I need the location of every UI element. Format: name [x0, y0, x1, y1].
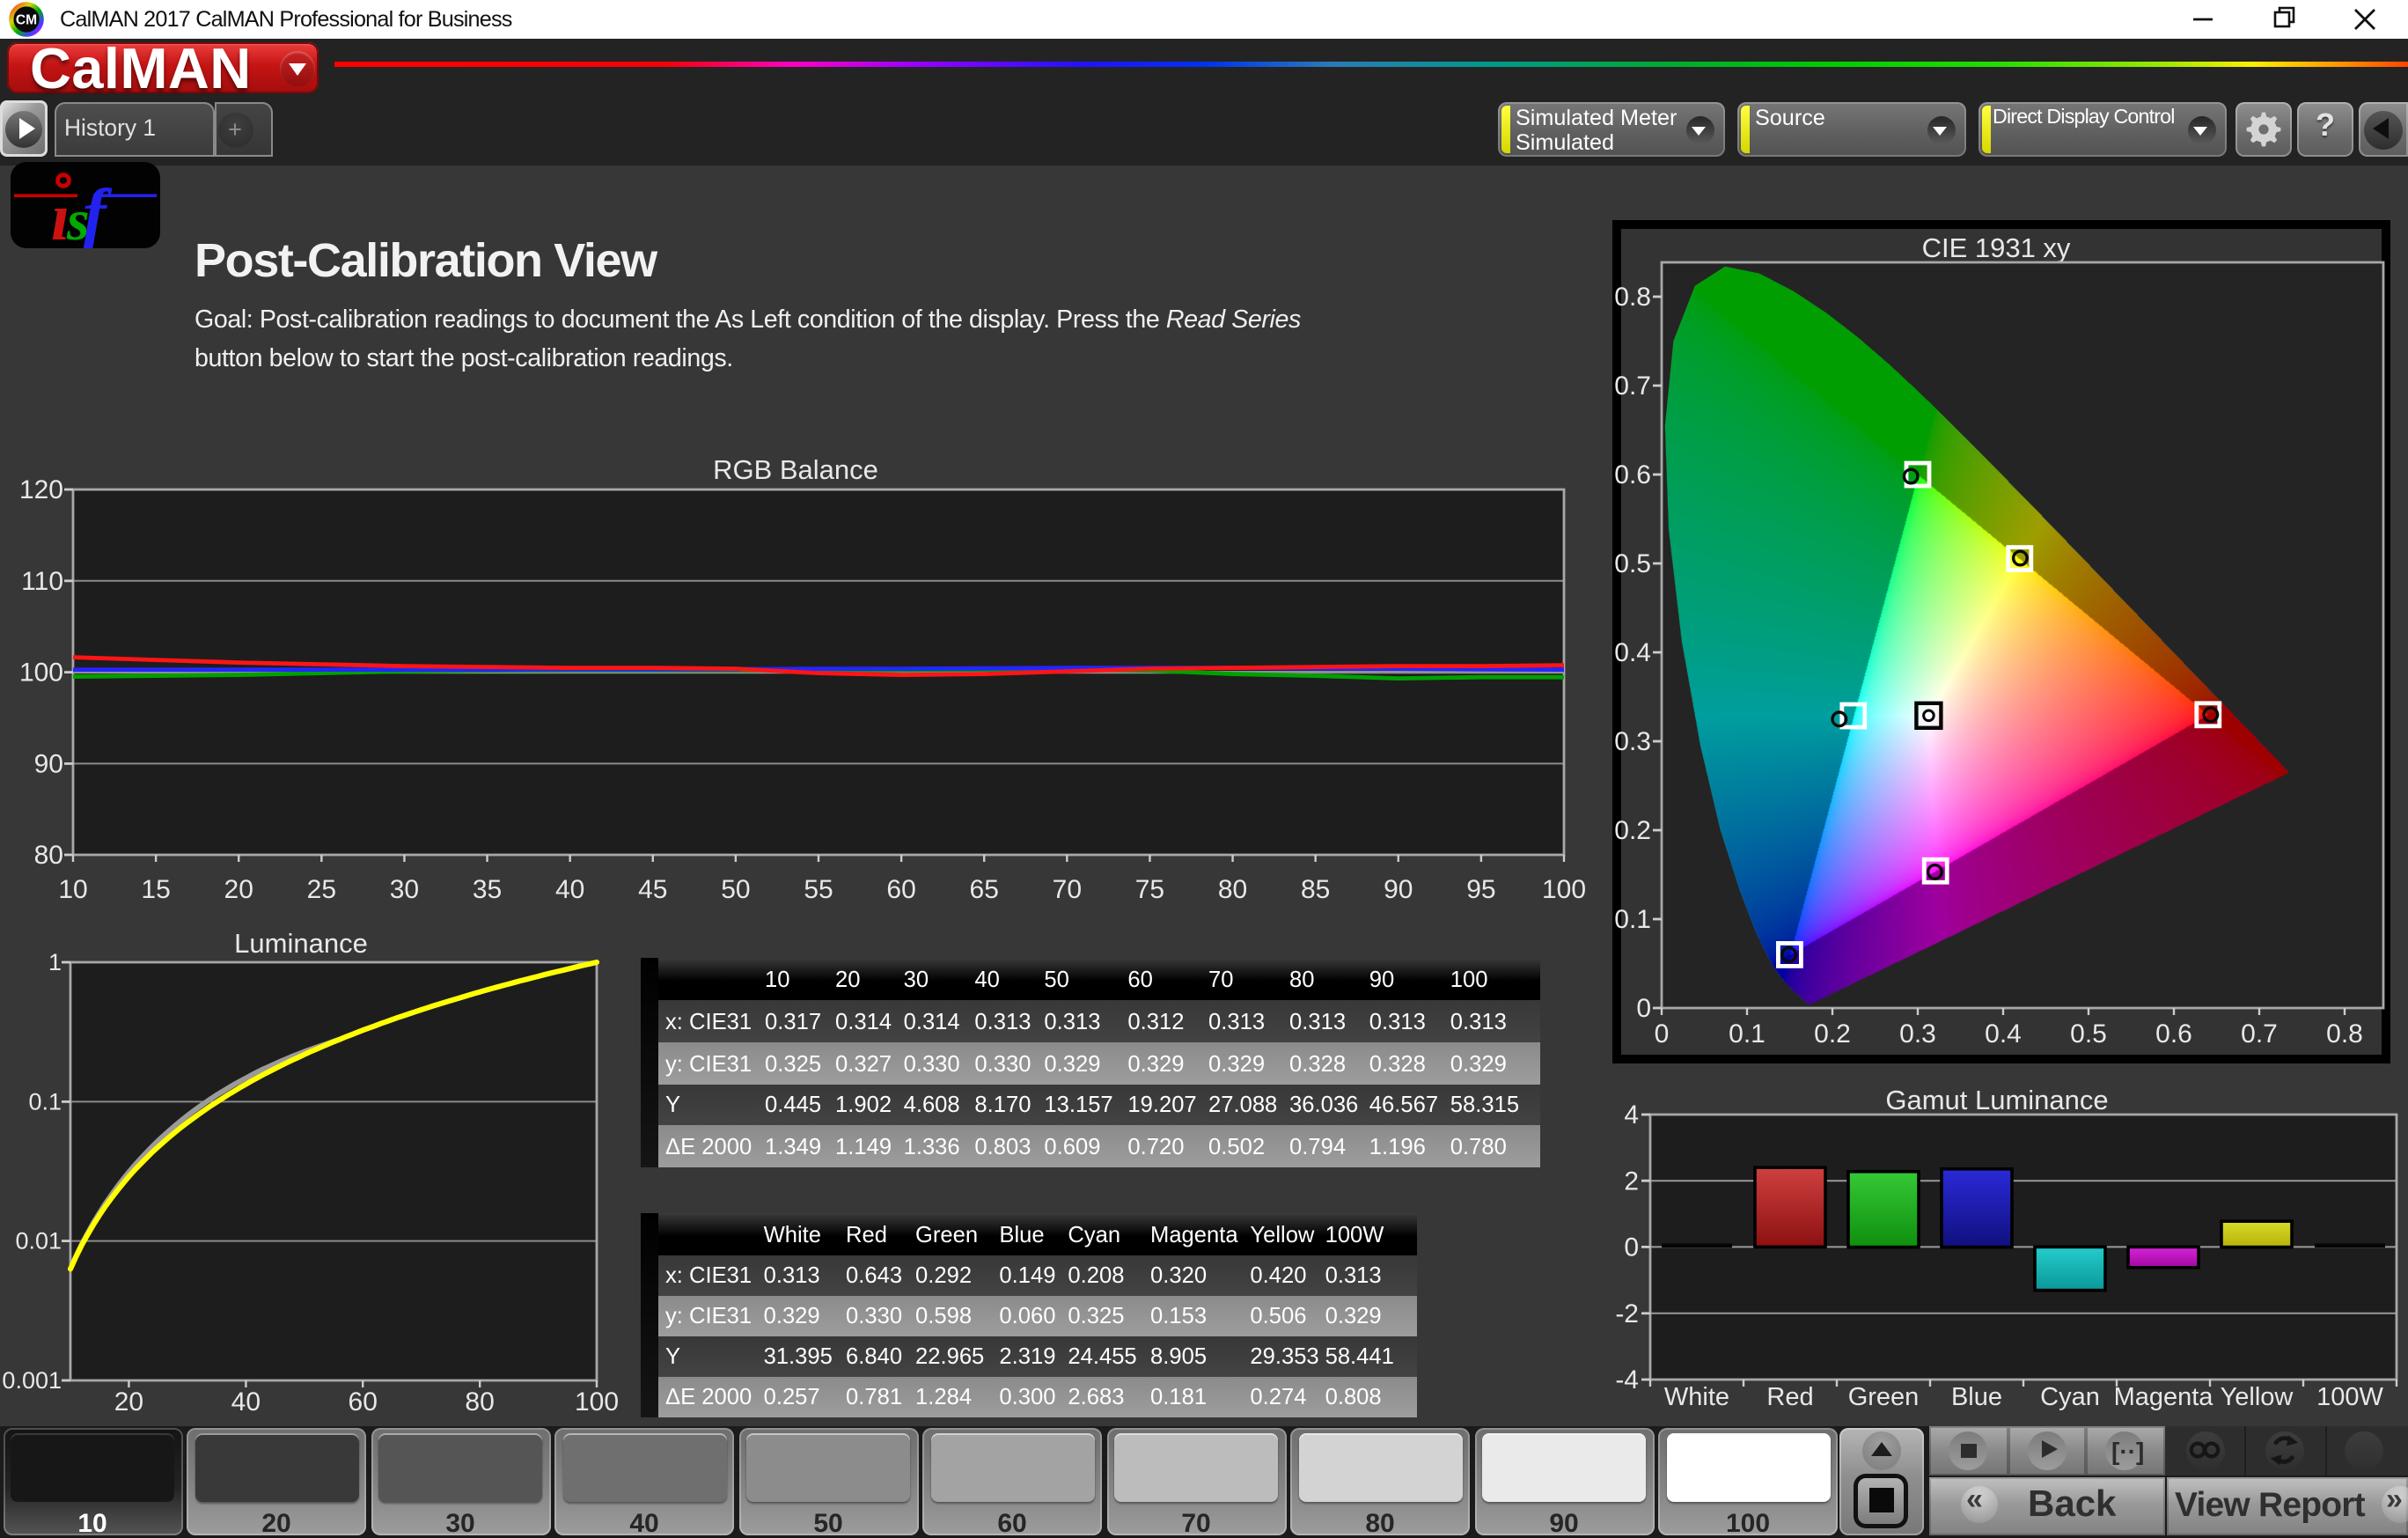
svg-text:60: 60 — [349, 1387, 378, 1417]
svg-text:Cyan: Cyan — [2040, 1383, 2100, 1411]
svg-text:45: 45 — [638, 875, 667, 904]
svg-text:0.2: 0.2 — [1814, 1019, 1851, 1049]
svg-text:0.6: 0.6 — [2155, 1019, 2192, 1049]
svg-text:0.3: 0.3 — [1899, 1019, 1936, 1049]
svg-text:65: 65 — [970, 875, 999, 904]
svg-text:Green: Green — [1848, 1383, 1920, 1411]
svg-text:0.1: 0.1 — [28, 1088, 62, 1115]
svg-text:80: 80 — [34, 841, 63, 870]
svg-text:White: White — [1664, 1383, 1729, 1411]
svg-text:25: 25 — [307, 875, 336, 904]
svg-text:0.6: 0.6 — [1614, 460, 1651, 489]
svg-text:0.4: 0.4 — [1985, 1019, 2022, 1049]
svg-text:Yellow: Yellow — [2221, 1383, 2294, 1411]
svg-text:Blue: Blue — [1951, 1383, 2002, 1411]
svg-text:0.1: 0.1 — [1614, 905, 1651, 934]
svg-text:35: 35 — [473, 875, 502, 904]
svg-text:85: 85 — [1301, 875, 1330, 904]
svg-text:15: 15 — [141, 875, 170, 904]
svg-text:CIE 1931 xy: CIE 1931 xy — [1922, 232, 2071, 263]
svg-text:75: 75 — [1135, 875, 1164, 904]
svg-text:0: 0 — [1636, 994, 1651, 1023]
svg-text:50: 50 — [721, 875, 750, 904]
svg-text:0.01: 0.01 — [15, 1228, 62, 1255]
svg-text:0.5: 0.5 — [2070, 1019, 2107, 1049]
svg-text:80: 80 — [1218, 875, 1247, 904]
svg-text:0.1: 0.1 — [1729, 1019, 1766, 1049]
svg-text:60: 60 — [886, 875, 915, 904]
svg-text:4: 4 — [1624, 1100, 1639, 1130]
svg-text:100: 100 — [1542, 875, 1586, 904]
svg-text:110: 110 — [21, 567, 63, 596]
svg-text:0.7: 0.7 — [2241, 1019, 2278, 1049]
svg-text:0.2: 0.2 — [1614, 816, 1651, 845]
svg-text:90: 90 — [1384, 875, 1413, 904]
svg-text:-4: -4 — [1615, 1365, 1639, 1395]
svg-text:Gamut Luminance: Gamut Luminance — [1885, 1085, 2108, 1115]
svg-text:100W: 100W — [2316, 1383, 2383, 1411]
svg-text:0.7: 0.7 — [1614, 372, 1651, 401]
svg-text:100: 100 — [19, 659, 63, 688]
svg-text:30: 30 — [390, 875, 419, 904]
svg-text:0.5: 0.5 — [1614, 549, 1651, 578]
svg-text:0.8: 0.8 — [1614, 283, 1651, 312]
svg-text:100: 100 — [575, 1387, 619, 1417]
svg-text:70: 70 — [1053, 875, 1082, 904]
svg-text:20: 20 — [114, 1387, 143, 1417]
svg-text:95: 95 — [1466, 875, 1495, 904]
svg-text:1: 1 — [48, 949, 62, 975]
svg-text:Red: Red — [1766, 1383, 1813, 1411]
svg-text:0: 0 — [1624, 1233, 1639, 1262]
svg-text:40: 40 — [555, 875, 584, 904]
svg-text:0: 0 — [1655, 1019, 1670, 1049]
svg-text:-2: -2 — [1615, 1299, 1639, 1328]
svg-text:0.8: 0.8 — [2326, 1019, 2363, 1049]
svg-text:55: 55 — [804, 875, 833, 904]
svg-text:Magenta: Magenta — [2114, 1383, 2214, 1411]
svg-text:90: 90 — [34, 749, 63, 778]
svg-text:80: 80 — [465, 1387, 494, 1417]
svg-text:40: 40 — [231, 1387, 261, 1417]
svg-text:Luminance: Luminance — [234, 928, 368, 959]
svg-text:0.4: 0.4 — [1614, 638, 1651, 667]
svg-text:RGB Balance: RGB Balance — [713, 454, 878, 485]
svg-text:0.001: 0.001 — [2, 1367, 62, 1394]
svg-text:2: 2 — [1624, 1166, 1639, 1196]
svg-text:120: 120 — [19, 475, 63, 504]
svg-text:20: 20 — [224, 875, 253, 904]
svg-text:0.3: 0.3 — [1614, 727, 1651, 756]
svg-text:10: 10 — [58, 875, 87, 904]
